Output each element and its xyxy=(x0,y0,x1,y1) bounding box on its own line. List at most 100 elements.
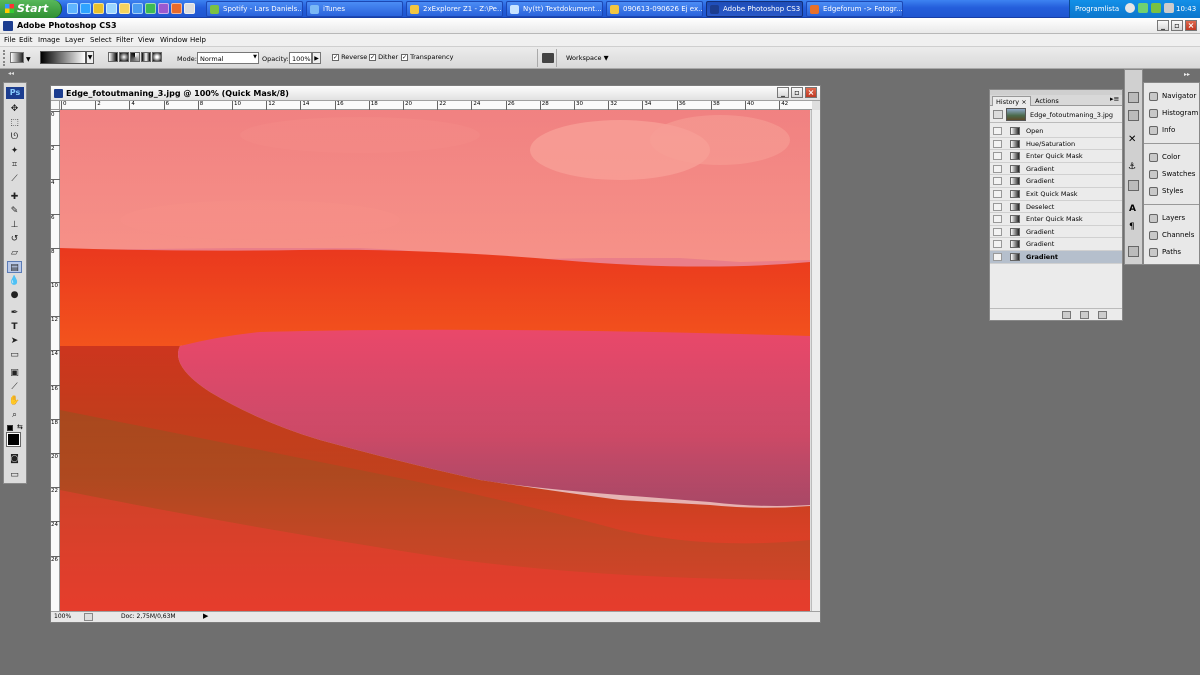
history-source-box[interactable] xyxy=(993,202,1002,211)
default-colors-icon[interactable] xyxy=(7,425,13,431)
history-source-box[interactable] xyxy=(993,139,1002,148)
blur-tool-icon[interactable]: 💧 xyxy=(7,275,22,287)
tab-history[interactable]: History × xyxy=(992,96,1031,106)
move-tool-icon[interactable]: ✥ xyxy=(7,103,22,115)
history-step[interactable]: Gradient xyxy=(990,163,1122,176)
path-selection-tool-icon[interactable]: ➤ xyxy=(7,335,22,347)
actions-dock-icon[interactable] xyxy=(1128,110,1139,121)
clone-stamp-tool-icon[interactable]: ⊥ xyxy=(7,219,22,231)
minimize-button[interactable]: _ xyxy=(1157,20,1169,31)
new-snapshot-icon[interactable] xyxy=(1080,311,1089,319)
opacity-slider-arrow-icon[interactable]: ▶ xyxy=(312,52,321,64)
zoom-tool-icon[interactable]: ⌕ xyxy=(7,409,22,421)
status-info-icon[interactable] xyxy=(84,613,93,621)
slice-tool-icon[interactable]: ⟋ xyxy=(7,173,22,185)
options-grip[interactable] xyxy=(3,50,7,66)
history-source-box[interactable] xyxy=(993,190,1002,198)
start-button[interactable]: Start xyxy=(0,0,62,18)
messenger-icon[interactable] xyxy=(145,3,156,14)
folder-quicklaunch-icon[interactable] xyxy=(93,3,104,14)
opacity-input[interactable]: 100% xyxy=(289,52,312,64)
history-step[interactable]: Gradient xyxy=(990,175,1122,188)
taskbar-button-itunes[interactable]: iTunes xyxy=(306,1,403,17)
hand-tool-icon[interactable]: ✋ xyxy=(7,395,22,407)
brush-tool-icon[interactable]: ✎ xyxy=(7,205,22,217)
toolbox-collapse[interactable]: ◂◂ xyxy=(0,70,30,80)
doc-restore-button[interactable]: ▫ xyxy=(791,87,803,98)
taskbar-button-photoshop[interactable]: Adobe Photoshop CS3 xyxy=(706,1,803,17)
palette-well-icon[interactable] xyxy=(542,53,554,63)
type-tool-icon[interactable]: T xyxy=(7,321,22,333)
reflected-gradient-icon[interactable] xyxy=(141,52,151,62)
history-step[interactable]: Hue/Saturation xyxy=(990,138,1122,151)
crop-tool-icon[interactable]: ⌗ xyxy=(7,159,22,171)
gradient-tool-icon[interactable]: ▤ xyxy=(7,261,22,273)
panel-swatches[interactable]: Swatches xyxy=(1147,166,1199,183)
notes-tool-icon[interactable]: ▣ xyxy=(7,367,22,379)
zoom-field[interactable]: 100% xyxy=(54,613,71,620)
pen-tool-icon[interactable]: ✒ xyxy=(7,307,22,319)
vertical-scrollbar[interactable] xyxy=(811,110,820,611)
mail-icon[interactable] xyxy=(106,3,117,14)
taskbar-button-notepad[interactable]: Ny(tt) Textdokument... xyxy=(506,1,603,17)
linear-gradient-icon[interactable] xyxy=(108,52,118,62)
mode-select[interactable]: Normal ▼ xyxy=(197,52,259,64)
panel-styles[interactable]: Styles xyxy=(1147,183,1199,200)
layer-comps-dock-icon[interactable] xyxy=(1128,246,1139,257)
magic-wand-tool-icon[interactable]: ✦ xyxy=(7,145,22,157)
dither-checkbox[interactable]: ✓ Dither xyxy=(369,53,398,61)
more-quicklaunch-icon[interactable] xyxy=(184,3,195,14)
new-document-from-state-icon[interactable] xyxy=(1062,311,1071,319)
panel-navigator[interactable]: Navigator xyxy=(1147,88,1199,105)
panel-color[interactable]: Color xyxy=(1147,149,1199,166)
radial-gradient-icon[interactable] xyxy=(119,52,129,62)
history-step[interactable]: Gradient xyxy=(990,226,1122,239)
tools-dock-icon[interactable]: ✕ xyxy=(1128,134,1136,145)
history-step[interactable]: Open xyxy=(990,125,1122,138)
dodge-tool-icon[interactable]: ● xyxy=(7,289,22,301)
character-dock-icon[interactable]: A xyxy=(1129,204,1136,214)
panel-info[interactable]: Info xyxy=(1147,122,1199,139)
history-step[interactable]: Deselect xyxy=(990,201,1122,214)
lasso-tool-icon[interactable]: ᘎ xyxy=(7,131,22,143)
history-step[interactable]: Gradient xyxy=(990,251,1122,264)
menu-select[interactable]: Select xyxy=(90,36,112,44)
menu-image[interactable]: Image xyxy=(38,36,60,44)
history-source-box[interactable] xyxy=(993,253,1002,261)
snapshot-source-icon[interactable] xyxy=(993,110,1003,119)
snapshot-row[interactable]: Edge_fotoutmaning_3.jpg xyxy=(990,106,1122,123)
clock[interactable]: 10:43 xyxy=(1176,5,1196,13)
history-step[interactable]: Enter Quick Mask xyxy=(990,213,1122,226)
image-canvas[interactable] xyxy=(60,110,810,611)
history-brush-tool-icon[interactable]: ↺ xyxy=(7,233,22,245)
menu-file[interactable]: File xyxy=(4,36,16,44)
screen-mode-icon[interactable]: ▭ xyxy=(7,469,22,481)
tab-actions[interactable]: Actions xyxy=(1032,96,1062,106)
menu-edit[interactable]: Edit xyxy=(19,36,33,44)
panel-paths[interactable]: Paths xyxy=(1147,244,1199,261)
tray-label[interactable]: Programlista xyxy=(1075,5,1119,13)
ruler-origin[interactable] xyxy=(51,101,60,110)
panel-layers[interactable]: Layers xyxy=(1147,210,1199,227)
swap-colors-icon[interactable]: ⇆ xyxy=(17,423,23,431)
spotify-tray-icon[interactable] xyxy=(1151,3,1161,13)
history-source-box[interactable] xyxy=(993,164,1002,173)
desktop-icon[interactable] xyxy=(67,3,78,14)
history-source-box[interactable] xyxy=(993,177,1002,186)
quick-mask-mode-icon[interactable]: ◙ xyxy=(7,453,22,465)
foreground-color-swatch[interactable] xyxy=(6,432,21,447)
healing-brush-tool-icon[interactable]: ✚ xyxy=(7,191,22,203)
firefox-quicklaunch-icon[interactable] xyxy=(171,3,182,14)
history-source-box[interactable] xyxy=(993,127,1002,135)
taskbar-button-firefox[interactable]: Edgeforum -> Fotogr... xyxy=(806,1,903,17)
back-arrow-icon[interactable] xyxy=(1125,3,1135,13)
menu-window[interactable]: Window xyxy=(160,36,188,44)
panel-menu-icon[interactable]: ▸≡ xyxy=(1110,95,1119,103)
history-source-box[interactable] xyxy=(993,152,1002,161)
taskbar-button-spotify[interactable]: Spotify - Lars Daniels... xyxy=(206,1,303,17)
shape-tool-icon[interactable]: ▭ xyxy=(7,349,22,361)
menu-view[interactable]: View xyxy=(138,36,155,44)
menu-help[interactable]: Help xyxy=(190,36,206,44)
preset-dropdown-icon[interactable]: ▼ xyxy=(26,56,31,63)
paragraph-dock-icon[interactable]: ¶ xyxy=(1129,222,1135,232)
